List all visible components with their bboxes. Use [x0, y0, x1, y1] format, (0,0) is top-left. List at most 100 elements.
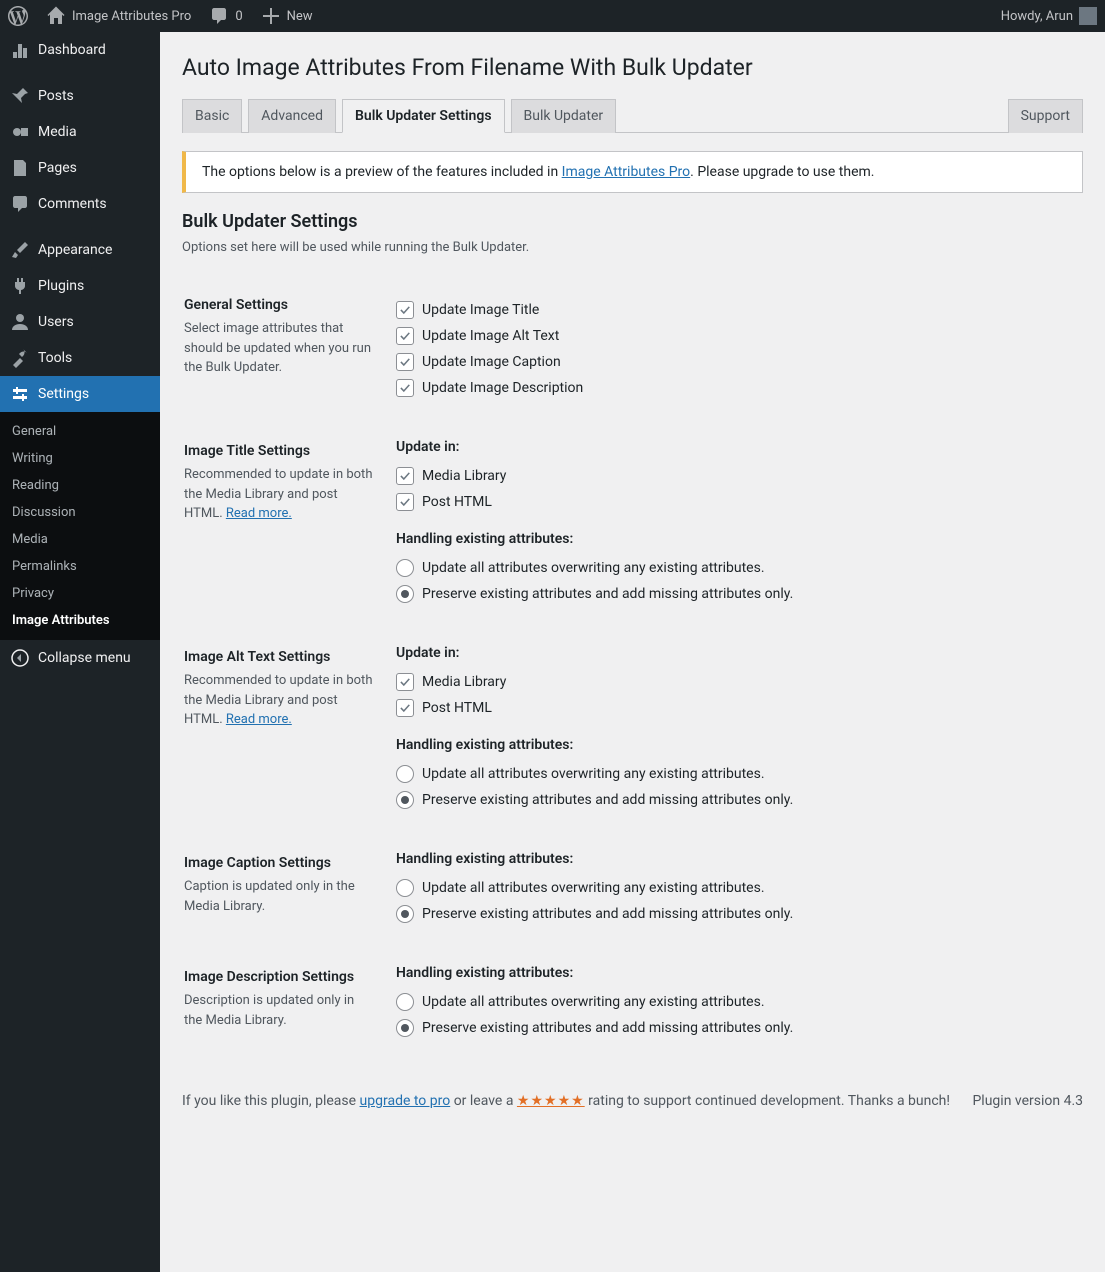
wp-logo[interactable] — [8, 6, 28, 26]
alt-section-title: Image Alt Text Settings — [184, 649, 330, 665]
tab-basic[interactable]: Basic — [182, 99, 242, 133]
desc-section-title: Image Description Settings — [184, 969, 354, 985]
new-link[interactable]: New — [261, 6, 313, 26]
rating-link[interactable]: ★★★★★ — [517, 1093, 585, 1109]
sidebar-item-users[interactable]: Users — [0, 304, 160, 340]
rb-title-overwrite[interactable]: Update all attributes overwriting any ex… — [396, 559, 1071, 577]
footer-suffix: rating to support continued development.… — [585, 1093, 950, 1109]
settings-icon — [10, 384, 30, 404]
checkbox-icon — [396, 699, 414, 717]
collapse-label: Collapse menu — [38, 650, 131, 666]
pin-icon — [10, 86, 30, 106]
sidebar-item-plugins[interactable]: Plugins — [0, 268, 160, 304]
notice-link[interactable]: Image Attributes Pro — [562, 164, 691, 180]
sidebar-item-pages[interactable]: Pages — [0, 150, 160, 186]
comment-icon — [209, 6, 229, 26]
caption-hint: Caption is updated only in the Media Lib… — [184, 877, 374, 916]
title-section-title: Image Title Settings — [184, 443, 310, 459]
read-more-link[interactable]: Read more. — [226, 712, 292, 727]
dashboard-icon — [10, 40, 30, 60]
cb-label: Update Image Alt Text — [422, 328, 559, 344]
submenu-image-attributes[interactable]: Image Attributes — [0, 607, 160, 634]
rb-alt-preserve[interactable]: Preserve existing attributes and add mis… — [396, 791, 1071, 809]
update-in-label: Update in: — [396, 645, 1071, 661]
section-heading: Bulk Updater Settings — [182, 211, 1083, 232]
tab-support[interactable]: Support — [1008, 99, 1083, 133]
submenu-permalinks[interactable]: Permalinks — [0, 553, 160, 580]
home-icon — [46, 6, 66, 26]
sidebar-item-appearance[interactable]: Appearance — [0, 232, 160, 268]
cb-label: Media Library — [422, 674, 506, 690]
comments-count: 0 — [235, 9, 242, 24]
user-icon — [10, 312, 30, 332]
rb-desc-preserve[interactable]: Preserve existing attributes and add mis… — [396, 1019, 1071, 1037]
checkbox-icon — [396, 379, 414, 397]
submenu-writing[interactable]: Writing — [0, 445, 160, 472]
sidebar-item-media[interactable]: Media — [0, 114, 160, 150]
cb-update-caption[interactable]: Update Image Caption — [396, 353, 1071, 371]
rb-caption-overwrite[interactable]: Update all attributes overwriting any ex… — [396, 879, 1071, 897]
submenu-reading[interactable]: Reading — [0, 472, 160, 499]
read-more-link[interactable]: Read more. — [226, 506, 292, 521]
cb-update-description[interactable]: Update Image Description — [396, 379, 1071, 397]
rb-label: Preserve existing attributes and add mis… — [422, 1020, 793, 1036]
wordpress-icon — [8, 6, 28, 26]
footer: If you like this plugin, please upgrade … — [182, 1093, 1083, 1109]
cb-alt-post-html[interactable]: Post HTML — [396, 699, 1071, 717]
submenu-general[interactable]: General — [0, 418, 160, 445]
update-in-label: Update in: — [396, 439, 1071, 455]
sidebar-label: Posts — [38, 88, 74, 104]
tab-bulk-updater[interactable]: Bulk Updater — [511, 99, 617, 133]
cb-update-title[interactable]: Update Image Title — [396, 301, 1071, 319]
cb-label: Update Image Title — [422, 302, 539, 318]
page-title: Auto Image Attributes From Filename With… — [182, 54, 1083, 81]
cb-title-post-html[interactable]: Post HTML — [396, 493, 1071, 511]
footer-mid: or leave a — [450, 1093, 517, 1109]
radio-icon — [396, 905, 414, 923]
rb-label: Update all attributes overwriting any ex… — [422, 560, 765, 576]
sidebar-label: Appearance — [38, 242, 112, 258]
new-label: New — [287, 9, 313, 24]
site-name-link[interactable]: Image Attributes Pro — [46, 6, 191, 26]
tab-advanced[interactable]: Advanced — [248, 99, 336, 133]
upgrade-link[interactable]: upgrade to pro — [360, 1093, 451, 1109]
howdy-link[interactable]: Howdy, Arun — [1001, 7, 1097, 25]
rb-caption-preserve[interactable]: Preserve existing attributes and add mis… — [396, 905, 1071, 923]
alt-hint: Recommended to update in both the Media … — [184, 671, 374, 730]
cb-update-alt[interactable]: Update Image Alt Text — [396, 327, 1071, 345]
handling-label: Handling existing attributes: — [396, 531, 1071, 547]
submenu-discussion[interactable]: Discussion — [0, 499, 160, 526]
plus-icon — [261, 6, 281, 26]
radio-icon — [396, 585, 414, 603]
sidebar-item-dashboard[interactable]: Dashboard — [0, 32, 160, 68]
submenu-media[interactable]: Media — [0, 526, 160, 553]
title-hint: Recommended to update in both the Media … — [184, 465, 374, 524]
sidebar-label: Plugins — [38, 278, 84, 294]
rb-alt-overwrite[interactable]: Update all attributes overwriting any ex… — [396, 765, 1071, 783]
sidebar-item-tools[interactable]: Tools — [0, 340, 160, 376]
radio-icon — [396, 879, 414, 897]
handling-label: Handling existing attributes: — [396, 737, 1071, 753]
sidebar-label: Comments — [38, 196, 107, 212]
wrench-icon — [10, 348, 30, 368]
footer-prefix: If you like this plugin, please — [182, 1093, 360, 1109]
rb-label: Preserve existing attributes and add mis… — [422, 906, 793, 922]
sidebar-label: Settings — [38, 386, 89, 402]
sidebar-item-comments[interactable]: Comments — [0, 186, 160, 222]
rb-title-preserve[interactable]: Preserve existing attributes and add mis… — [396, 585, 1071, 603]
sidebar-item-settings[interactable]: Settings — [0, 376, 160, 412]
admin-bar: Image Attributes Pro 0 New Howdy, Arun — [0, 0, 1105, 32]
radio-icon — [396, 791, 414, 809]
rb-desc-overwrite[interactable]: Update all attributes overwriting any ex… — [396, 993, 1071, 1011]
general-hint: Select image attributes that should be u… — [184, 319, 374, 378]
cb-label: Post HTML — [422, 700, 492, 716]
comments-link[interactable]: 0 — [209, 6, 242, 26]
cb-alt-media-library[interactable]: Media Library — [396, 673, 1071, 691]
sidebar-item-posts[interactable]: Posts — [0, 78, 160, 114]
cb-title-media-library[interactable]: Media Library — [396, 467, 1071, 485]
general-title: General Settings — [184, 297, 288, 313]
tab-bulk-updater-settings[interactable]: Bulk Updater Settings — [342, 99, 505, 133]
submenu-privacy[interactable]: Privacy — [0, 580, 160, 607]
handling-label: Handling existing attributes: — [396, 965, 1071, 981]
collapse-menu[interactable]: Collapse menu — [0, 640, 160, 676]
